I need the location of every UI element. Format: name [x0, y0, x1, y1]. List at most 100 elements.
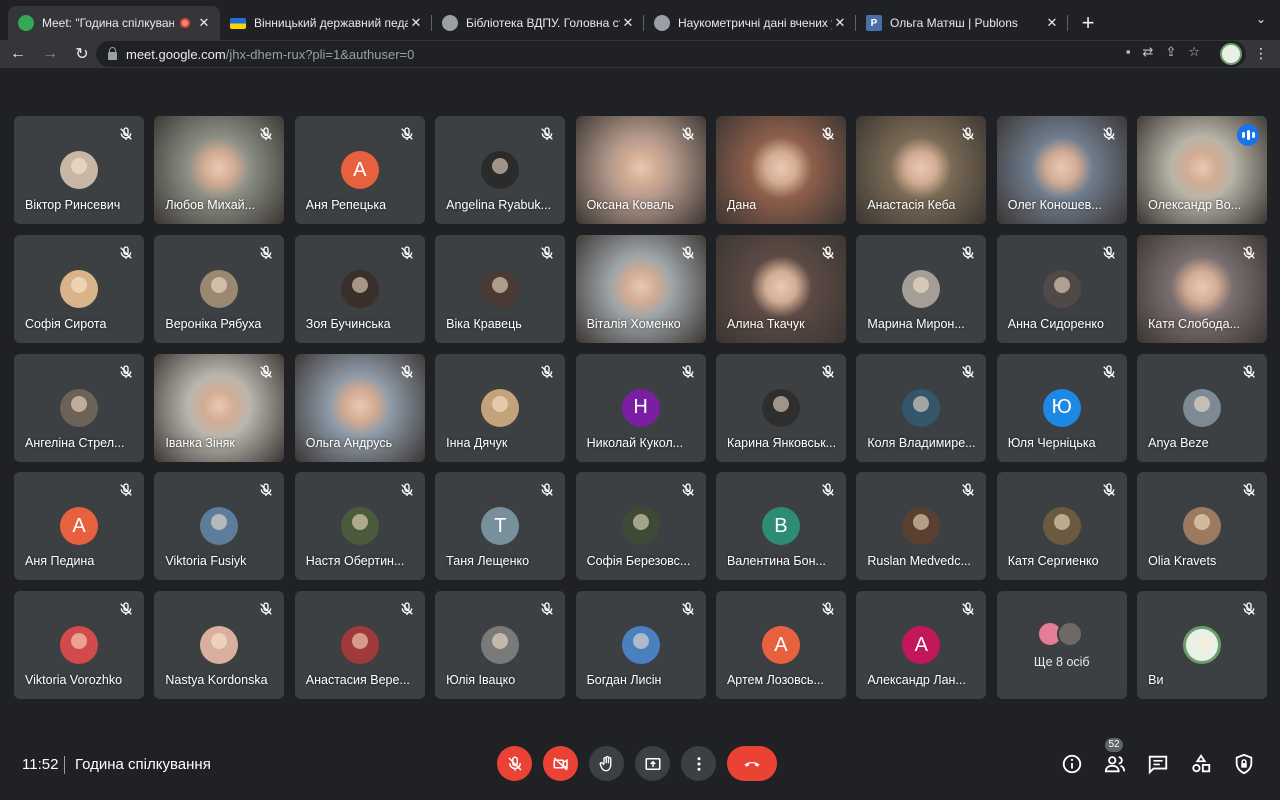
- mic-off-icon: [820, 245, 836, 261]
- participant-name: Богдан Лисін: [586, 673, 662, 687]
- participant-tile[interactable]: Т Таня Лещенко: [435, 472, 566, 581]
- participants-button[interactable]: 52: [1102, 738, 1127, 776]
- participant-tile[interactable]: Ruslan Medvedc...: [856, 472, 987, 581]
- participant-name: Інна Дячук: [446, 435, 508, 450]
- close-tab-icon[interactable]: ✕: [408, 15, 424, 31]
- participant-tile[interactable]: Viktoria Fusiyk: [154, 472, 285, 581]
- participant-tile[interactable]: Оксана Коваль: [575, 116, 706, 224]
- close-tab-icon[interactable]: ✕: [1044, 15, 1060, 31]
- participant-tile[interactable]: Олег Коношев...: [996, 116, 1127, 224]
- mic-off-icon: [118, 126, 134, 142]
- participant-tile[interactable]: Алина Ткачук: [715, 234, 846, 343]
- back-button[interactable]: ←: [4, 40, 32, 68]
- mic-off-icon: [680, 126, 696, 142]
- mic-off-icon: [680, 364, 696, 380]
- meeting-details-button[interactable]: [1059, 751, 1084, 776]
- translate-icon[interactable]: ⇄: [1143, 44, 1154, 60]
- tab-search-chevron-icon[interactable]: ⌄: [1256, 12, 1266, 26]
- participant-tile[interactable]: Марина Мирон...: [856, 234, 987, 343]
- participant-tile[interactable]: Дана: [715, 116, 846, 224]
- participant-tile[interactable]: Богдан Лисін: [575, 591, 706, 699]
- camera-icon[interactable]: ▪: [1126, 44, 1131, 60]
- avatar: [1183, 626, 1222, 664]
- participant-tile[interactable]: Настя Обертин...: [294, 472, 425, 581]
- forward-button[interactable]: →: [36, 40, 64, 68]
- participant-tile[interactable]: Інна Дячук: [435, 353, 566, 462]
- participant-tile[interactable]: А Артем Лозовсь...: [715, 591, 846, 699]
- camera-toggle-button[interactable]: [543, 746, 578, 781]
- leave-call-button[interactable]: [727, 746, 777, 781]
- participant-tile[interactable]: Ольга Андрусь: [294, 353, 425, 462]
- participant-tile[interactable]: Ю Юля Черніцька: [996, 353, 1127, 462]
- reload-button[interactable]: ↻: [68, 40, 96, 68]
- participant-tile[interactable]: Любов Михай...: [154, 116, 285, 224]
- participant-tile[interactable]: Юлія Івацко: [435, 591, 566, 699]
- participant-tile[interactable]: Зоя Бучинська: [294, 234, 425, 343]
- participant-tile[interactable]: Олександр Во...: [1137, 116, 1268, 224]
- participant-tile[interactable]: Софія Березовс...: [575, 472, 706, 581]
- share-icon[interactable]: ⇪: [1165, 44, 1176, 60]
- participant-tile[interactable]: Віталія Хоменко: [575, 234, 706, 343]
- raise-hand-button[interactable]: [589, 746, 624, 781]
- participant-tile[interactable]: Ангеліна Стрел...: [14, 353, 144, 462]
- participant-tile[interactable]: А Аня Репецька: [294, 116, 425, 224]
- mic-off-icon: [820, 482, 836, 498]
- chat-button[interactable]: [1145, 751, 1170, 776]
- bookmark-star-icon[interactable]: ☆: [1188, 44, 1200, 60]
- new-tab-button[interactable]: +: [1074, 9, 1102, 37]
- participant-tile[interactable]: Анастасия Вере...: [294, 591, 425, 699]
- participant-tile[interactable]: Віктор Ринсевич: [14, 116, 144, 224]
- close-tab-icon[interactable]: ✕: [832, 15, 848, 31]
- participant-tile[interactable]: Іванка Зіняк: [154, 353, 285, 462]
- participant-tile[interactable]: А Аня Педина: [14, 472, 144, 581]
- microphone-toggle-button[interactable]: [497, 746, 532, 781]
- participant-tile[interactable]: Катя Слобода...: [1137, 234, 1268, 343]
- mic-off-icon: [1101, 245, 1117, 261]
- lock-icon[interactable]: [108, 46, 117, 60]
- avatar: [902, 269, 941, 308]
- chrome-menu-icon[interactable]: ⋮: [1254, 45, 1268, 62]
- participant-tile[interactable]: Вероніка Рябуха: [154, 234, 285, 343]
- participant-tile[interactable]: Olia Kravets: [1137, 472, 1268, 581]
- browser-tab[interactable]: Meet: "Година спілкуванн ✕: [8, 6, 220, 40]
- participant-name: Артем Лозовсь...: [726, 673, 824, 687]
- participant-tile[interactable]: Н Николай Кукол...: [575, 353, 706, 462]
- activities-button[interactable]: [1188, 751, 1213, 776]
- more-options-button[interactable]: [681, 746, 716, 781]
- participant-name: Александр Лан...: [867, 673, 966, 687]
- participant-name: Дана: [726, 198, 757, 212]
- avatar: [481, 151, 520, 189]
- browser-tab[interactable]: P Ольга Матяш | Publons ✕: [856, 6, 1068, 40]
- present-screen-button[interactable]: [635, 746, 670, 781]
- browser-tab[interactable]: Вінницький державний педаг ✕: [220, 6, 432, 40]
- participant-tile[interactable]: Віка Кравець: [435, 234, 566, 343]
- participant-tile[interactable]: Ви: [1137, 591, 1268, 699]
- hand-icon: [599, 755, 611, 771]
- participant-tile[interactable]: В Валентина Бон...: [715, 472, 846, 581]
- participant-tile[interactable]: А Александр Лан...: [856, 591, 987, 699]
- participant-tile[interactable]: Катя Сергиенко: [996, 472, 1127, 581]
- close-tab-icon[interactable]: ✕: [620, 15, 636, 31]
- participant-tile[interactable]: Viktoria Vorozhko: [14, 591, 144, 699]
- ukraine-flag-icon: [230, 17, 246, 29]
- close-tab-icon[interactable]: ✕: [196, 15, 212, 31]
- participant-name: Софія Сирота: [25, 316, 107, 331]
- participant-name: Viktoria Fusiyk: [165, 554, 247, 569]
- participant-tile[interactable]: Софія Сирота: [14, 234, 144, 343]
- mic-off-icon: [399, 245, 415, 261]
- participant-tile[interactable]: Anya Beze: [1137, 353, 1268, 462]
- participant-tile[interactable]: Nastya Kordonska: [154, 591, 285, 699]
- browser-tab[interactable]: Бібліотека ВДПУ. Головна сто ✕: [432, 6, 644, 40]
- participant-tile[interactable]: Анна Сидоренко: [996, 234, 1127, 343]
- participant-tile[interactable]: Ще 8 осіб: [996, 591, 1127, 699]
- mic-off-icon: [1241, 601, 1257, 617]
- participant-tile[interactable]: Карина Янковськ...: [715, 353, 846, 462]
- participant-name: Ольга Андрусь: [305, 435, 393, 450]
- participant-tile[interactable]: Angelina Ryabuk...: [435, 116, 566, 224]
- browser-tab[interactable]: Наукометричні дані вчених у ✕: [644, 6, 856, 40]
- host-controls-button[interactable]: [1231, 751, 1256, 776]
- address-bar[interactable]: meet.google.com /jhx-dhem-rux?pli=1&auth…: [96, 41, 1246, 67]
- participant-tile[interactable]: Коля Владимире...: [856, 353, 987, 462]
- participant-tile[interactable]: Анастасія Кеба: [856, 116, 987, 224]
- profile-avatar[interactable]: [1220, 43, 1242, 65]
